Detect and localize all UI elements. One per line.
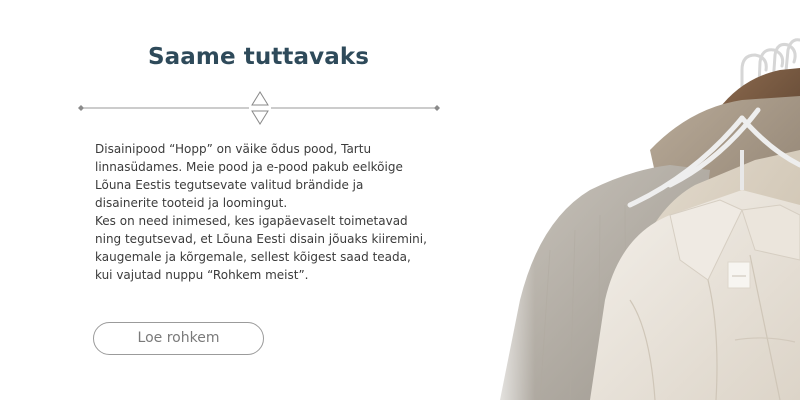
section-heading: Saame tuttavaks [147, 44, 370, 70]
diamond-icon [434, 105, 440, 111]
about-text: Disainipood “Hopp” on väike õdus pood, T… [95, 140, 435, 284]
triangle-up-down-icon [249, 90, 271, 126]
about-section: Saame tuttavaks Disainipood “Hopp” on vä… [0, 0, 800, 400]
about-paragraph: Disainipood “Hopp” on väike õdus pood, T… [95, 142, 403, 210]
diamond-icon [78, 105, 84, 111]
read-more-button[interactable]: Loe rohkem [93, 322, 264, 355]
clothes-photo [480, 0, 800, 400]
heading-divider [78, 90, 440, 126]
about-paragraph: Kes on need inimesed, kes igapäevaselt t… [95, 214, 427, 282]
